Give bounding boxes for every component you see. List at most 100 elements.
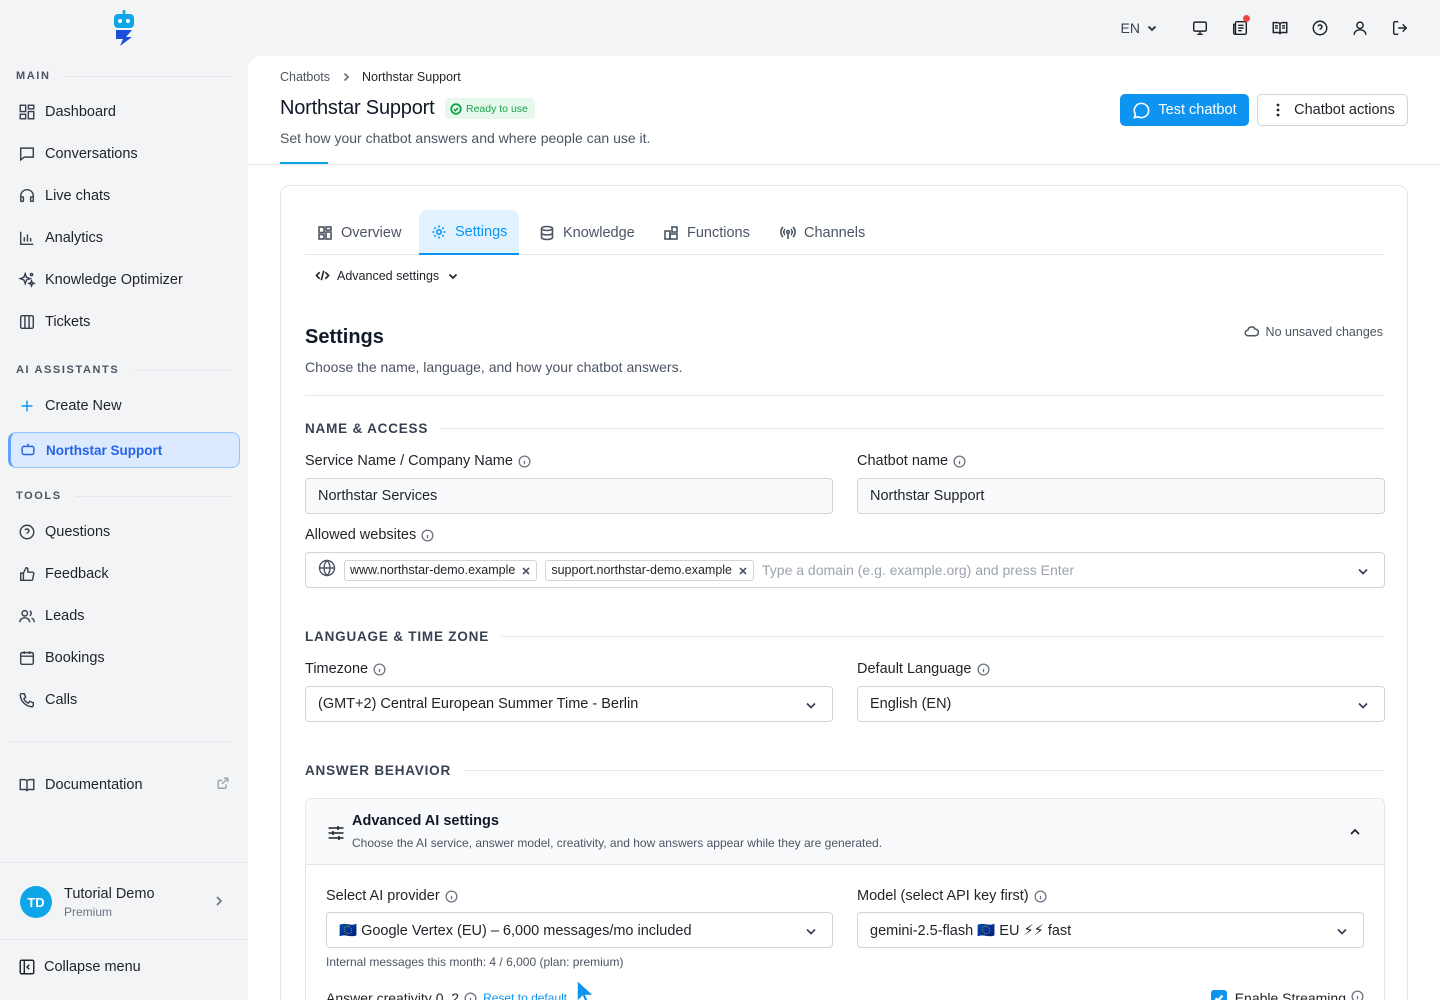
collapse-menu-button[interactable]: Collapse menu (18, 958, 141, 976)
sidebar-item-label: Analytics (45, 230, 104, 246)
monitor-icon[interactable] (1180, 14, 1220, 42)
info-icon[interactable] (1351, 990, 1364, 1000)
tab-label: Channels (804, 224, 866, 241)
chevron-down-icon[interactable] (1356, 564, 1370, 583)
enable-streaming-checkbox[interactable]: Enable Streaming (1210, 990, 1364, 1000)
tab-label: Overview (341, 224, 402, 241)
chatbot-name-label: Chatbot name (857, 453, 966, 469)
close-icon[interactable] (521, 565, 531, 575)
group-name-access: NAME & ACCESS (305, 421, 1385, 436)
group-language-time-zone: LANGUAGE & TIME ZONE (305, 629, 1385, 644)
tab-knowledge[interactable]: Knowledge (527, 210, 647, 255)
default-language-select[interactable]: English (EN) (857, 686, 1385, 722)
website-tag[interactable]: support.northstar-demo.example (545, 559, 755, 581)
sidebar-item-calls[interactable]: Calls (8, 682, 240, 718)
sidebar-item-label: Calls (45, 692, 78, 708)
ai-provider-select[interactable]: 🇪🇺 Google Vertex (EU) – 6,000 messages/m… (326, 912, 833, 948)
group-answer-behavior: ANSWER BEHAVIOR (305, 763, 1385, 778)
page-title: Northstar Support (280, 97, 435, 119)
sidebar-item-label: Documentation (45, 777, 143, 793)
book-open-icon (17, 775, 37, 795)
sidebar-item-bookings[interactable]: Bookings (8, 640, 240, 676)
service-name-input[interactable]: Northstar Services (305, 478, 833, 514)
advanced-ai-settings-header[interactable]: Advanced AI settings Choose the AI servi… (306, 799, 1384, 865)
sidebar-item-feedback[interactable]: Feedback (8, 556, 240, 592)
tab-bar: Overview Settings Knowledge Functions Ch… (305, 210, 1385, 255)
section-divider (305, 395, 1385, 396)
users-icon (17, 606, 37, 626)
settings-title: Settings (305, 326, 384, 348)
chevron-down-icon (804, 698, 818, 712)
info-icon[interactable] (421, 528, 434, 542)
create-new-assistant-button[interactable]: Create New (8, 388, 240, 424)
sidebar-item-live-chats[interactable]: Live chats (8, 178, 240, 214)
section-title-main: MAIN (16, 70, 232, 82)
website-input-placeholder[interactable]: Type a domain (e.g. example.org) and pre… (762, 562, 1074, 578)
main-content: Chatbots Northstar Support Northstar Sup… (248, 56, 1440, 1000)
close-icon[interactable] (738, 565, 748, 575)
external-link-icon (216, 776, 232, 792)
info-icon[interactable] (373, 662, 386, 676)
status-badge-label: Ready to use (466, 102, 528, 115)
info-icon[interactable] (518, 454, 531, 468)
reset-to-default-link[interactable]: Reset to default (483, 991, 567, 1000)
sidebar-item-knowledge-optimizer[interactable]: Knowledge Optimizer (8, 262, 240, 298)
timezone-label: Timezone (305, 661, 386, 677)
cloud-icon (1244, 326, 1259, 337)
user-profile-card[interactable]: TD Tutorial Demo Premium (0, 862, 248, 940)
sidebar-item-leads[interactable]: Leads (8, 598, 240, 634)
user-icon[interactable] (1340, 14, 1380, 42)
news-icon[interactable] (1220, 14, 1260, 42)
tab-settings[interactable]: Settings (419, 210, 520, 255)
allowed-websites-input[interactable]: www.northstar-demo.example support.north… (305, 552, 1385, 588)
help-icon[interactable] (1300, 14, 1340, 42)
broadcast-icon (780, 225, 796, 239)
test-chatbot-button[interactable]: Test chatbot (1120, 94, 1249, 126)
sidebar-item-tickets[interactable]: Tickets (8, 304, 240, 340)
sidebar-item-label: Feedback (45, 566, 109, 582)
advanced-ai-title: Advanced AI settings (352, 813, 499, 829)
sidebar-item-documentation[interactable]: Documentation (8, 767, 240, 803)
book-icon[interactable] (1260, 14, 1300, 42)
logout-icon[interactable] (1380, 14, 1420, 42)
language-label: EN (1120, 20, 1140, 36)
tab-label: Settings (455, 223, 508, 240)
info-icon[interactable] (976, 662, 990, 676)
sparkles-icon (17, 270, 37, 290)
breadcrumb: Chatbots Northstar Support (280, 70, 461, 84)
checkbox-checked-icon[interactable] (1210, 990, 1227, 1000)
tab-channels[interactable]: Channels (768, 210, 877, 255)
sidebar-item-questions[interactable]: Questions (8, 514, 240, 550)
timezone-select[interactable]: (GMT+2) Central European Summer Time - B… (305, 686, 833, 722)
sidebar-item-northstar-support[interactable]: Northstar Support (8, 432, 240, 468)
info-icon[interactable] (464, 991, 477, 1000)
notification-dot (1243, 15, 1250, 22)
tab-functions[interactable]: Functions (651, 210, 762, 255)
info-icon[interactable] (1034, 889, 1047, 903)
app-logo-icon[interactable] (110, 10, 138, 46)
info-icon[interactable] (445, 889, 458, 903)
sidebar-item-label: Conversations (45, 146, 138, 162)
model-select[interactable]: gemini-2.5-flash 🇪🇺 EU ⚡⚡ fast (857, 912, 1364, 948)
website-tag[interactable]: www.northstar-demo.example (344, 559, 538, 581)
default-language-label: Default Language (857, 661, 990, 677)
sidebar-item-conversations[interactable]: Conversations (8, 136, 240, 172)
chevron-up-icon[interactable] (1348, 825, 1362, 839)
tab-label: Knowledge (563, 224, 635, 241)
status-badge: Ready to use (445, 98, 535, 119)
advanced-settings-toggle[interactable]: Advanced settings (315, 268, 459, 283)
chatbot-name-input[interactable]: Northstar Support (857, 478, 1385, 514)
chevron-down-icon (1335, 924, 1349, 938)
breadcrumb-chatbots[interactable]: Chatbots (280, 70, 330, 84)
language-selector[interactable]: EN (1121, 20, 1158, 36)
chatbot-actions-button[interactable]: Chatbot actions (1257, 94, 1408, 126)
sidebar-item-analytics[interactable]: Analytics (8, 220, 240, 256)
collapse-menu-label: Collapse menu (44, 959, 141, 975)
section-title-ai-assistants: AI ASSISTANTS (16, 364, 232, 376)
tab-overview[interactable]: Overview (305, 210, 413, 255)
sidebar-item-dashboard[interactable]: Dashboard (8, 94, 240, 130)
test-chatbot-label: Test chatbot (1158, 102, 1237, 118)
chevron-right-icon (212, 894, 226, 908)
info-icon[interactable] (953, 454, 966, 468)
top-bar: EN (1121, 14, 1420, 42)
